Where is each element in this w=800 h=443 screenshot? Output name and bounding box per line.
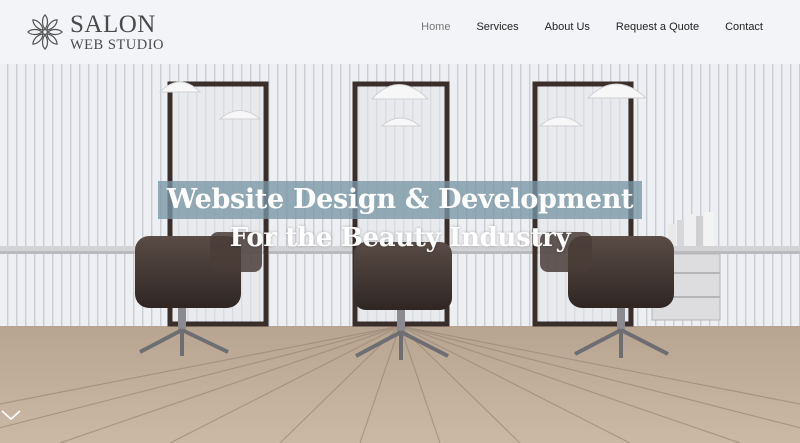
hero-headline: Website Design & Development For the Bea… xyxy=(0,181,800,253)
brand-logo[interactable]: SALON WEB STUDIO xyxy=(26,10,164,54)
main-nav: Home Services About Us Request a Quote C… xyxy=(408,21,776,33)
chevron-down-icon[interactable] xyxy=(0,408,22,422)
hero-section: Website Design & Development For the Bea… xyxy=(0,64,800,443)
brand-line1: SALON xyxy=(70,10,156,38)
hero-background-image xyxy=(0,64,800,443)
nav-item-request-quote[interactable]: Request a Quote xyxy=(603,21,712,33)
nav-item-home[interactable]: Home xyxy=(408,21,463,33)
headline-line2: For the Beauty Industry xyxy=(229,223,571,253)
headline-line1: Website Design & Development xyxy=(157,181,643,219)
brand-line2: WEB STUDIO xyxy=(70,36,165,53)
nav-item-contact[interactable]: Contact xyxy=(712,21,776,33)
flower-logo-icon xyxy=(27,14,63,50)
nav-item-services[interactable]: Services xyxy=(463,21,531,33)
brand-name: SALON WEB STUDIO xyxy=(70,12,164,53)
nav-item-about-us[interactable]: About Us xyxy=(532,21,603,33)
site-header: SALON WEB STUDIO Home Services About Us … xyxy=(0,0,800,64)
